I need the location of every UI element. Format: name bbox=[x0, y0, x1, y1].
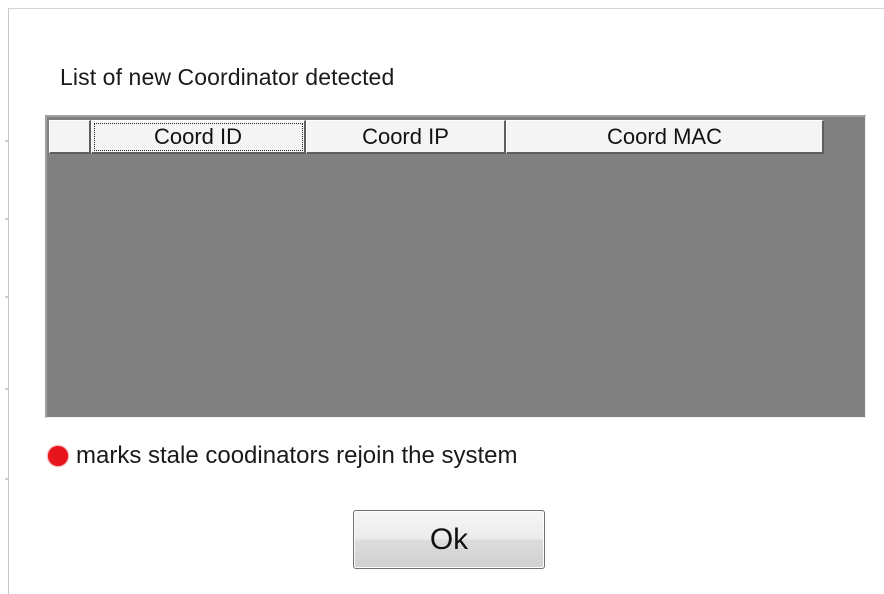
column-header-coord-id[interactable]: Coord ID bbox=[91, 120, 306, 154]
background-window-edge bbox=[0, 0, 8, 594]
stale-legend: marks stale coodinators rejoin the syste… bbox=[48, 442, 518, 470]
dialog-title: List of new Coordinator detected bbox=[60, 64, 395, 90]
grid-corner-header[interactable] bbox=[49, 120, 91, 154]
column-header-coord-mac[interactable]: Coord MAC bbox=[506, 120, 824, 154]
column-header-coord-ip[interactable]: Coord IP bbox=[306, 120, 506, 154]
legend-text: marks stale coodinators rejoin the syste… bbox=[76, 442, 518, 469]
ok-button[interactable]: Ok bbox=[353, 510, 545, 569]
red-dot-icon bbox=[48, 446, 68, 466]
coordinator-grid[interactable]: Coord ID Coord IP Coord MAC bbox=[45, 115, 866, 418]
page: List of new Coordinator detected Coord I… bbox=[0, 0, 884, 594]
grid-header-row: Coord ID Coord IP Coord MAC bbox=[49, 120, 824, 154]
